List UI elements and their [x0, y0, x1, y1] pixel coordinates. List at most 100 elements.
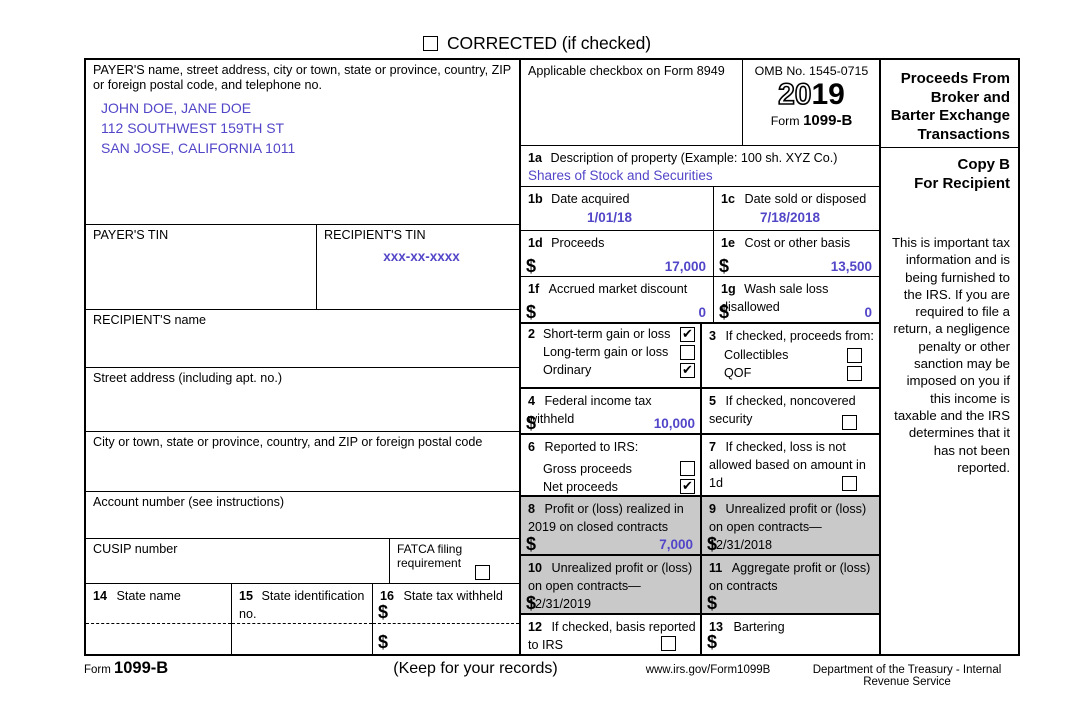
recipient-tin-label: RECIPIENT'S TIN [324, 228, 426, 243]
box-16-state-tax[interactable]: 16 State tax withheld $ $ [373, 584, 519, 654]
box-5-number: 5 [709, 394, 717, 409]
applicable-checkbox-8949[interactable]: Applicable checkbox on Form 8949 [521, 60, 743, 146]
applicable-checkbox-label: Applicable checkbox on Form 8949 [528, 64, 725, 78]
box-1e-label: Cost or other basis [744, 236, 851, 251]
box-1f-value: 0 [698, 304, 706, 320]
form-title: Proceeds From Broker and Barter Exchange… [881, 60, 1018, 148]
box-2-option-1-label: Long-term gain or loss [543, 345, 669, 360]
box-1e-value: 13,500 [830, 258, 872, 274]
box-3-option-1-label: QOF [724, 366, 752, 381]
box-1c[interactable]: 1c Date sold or disposed 7/18/2018 [714, 187, 879, 230]
box-14-state-name[interactable]: 14 State name [86, 584, 232, 655]
box-12[interactable]: 12 If checked, basis reported to IRS [521, 615, 702, 654]
box-10[interactable]: 10 Unrealized profit or (loss) on open c… [521, 556, 702, 613]
treasury-dept: Department of the Treasury - Internal Re… [812, 664, 1002, 688]
dollar-sign-icon: $ [378, 632, 389, 653]
footer-form-number: 1099-B [114, 659, 169, 677]
account-number-field[interactable]: Account number (see instructions) [86, 492, 519, 539]
box-14-label: State name [116, 589, 181, 604]
box-9[interactable]: 9 Unrealized profit or (loss) on open co… [702, 497, 879, 554]
irs-url[interactable]: www.irs.gov/Form1099B [622, 664, 794, 676]
box-2-option-2-checkbox[interactable]: ✔ [680, 362, 695, 378]
box-7-checkbox[interactable] [842, 476, 857, 491]
box-1g-money: $ 0 [714, 303, 879, 321]
fatca-checkbox[interactable] [475, 565, 490, 581]
corrected-checkbox[interactable] [423, 36, 439, 51]
fatca-field[interactable]: FATCA filing requirement [390, 539, 519, 583]
box-15-state-id[interactable]: 15 State identification no. [232, 584, 373, 655]
dollar-sign-icon: $ [719, 301, 730, 322]
box-2-option-0-checkbox[interactable]: ✔ [680, 326, 695, 342]
box-3-label: If checked, proceeds from: [725, 328, 874, 343]
recipient-name-label: RECIPIENT'S name [93, 313, 206, 328]
box-13[interactable]: 13 Bartering $ [702, 615, 879, 654]
form-word: Form [770, 114, 800, 128]
box-13-money: $ [702, 633, 879, 651]
box-8-9-row: 8 Profit or (loss) realized in 2019 on c… [521, 497, 879, 556]
box-14-row-2[interactable] [86, 624, 231, 654]
box-3-option-0-checkbox[interactable] [847, 347, 862, 363]
box-1f[interactable]: 1f Accrued market discount $ 0 [521, 276, 714, 322]
box-4[interactable]: 4 Federal income tax withheld $ 10,000 [521, 389, 702, 434]
box-1e[interactable]: 1e Cost or other basis $ 13,500 [714, 231, 879, 275]
box-2-3-row: 2 Short-term gain or loss ✔ Long-term ga… [521, 323, 879, 390]
box-13-label: Bartering [733, 620, 785, 634]
street-address-field[interactable]: Street address (including apt. no.) [86, 368, 519, 433]
box-16-money-1: $ [373, 603, 519, 621]
box-1g[interactable]: 1g Wash sale loss disallowed $ 0 [714, 277, 879, 322]
cusip-label: CUSIP number [93, 541, 178, 556]
payer-tin-field[interactable]: PAYER'S TIN [86, 225, 317, 310]
box-7[interactable]: 7 If checked, loss is not allowed based … [702, 435, 879, 495]
header-middle: Applicable checkbox on Form 8949 OMB No.… [521, 60, 879, 147]
box-2-option-1-checkbox[interactable] [680, 344, 695, 360]
recipient-tin-field[interactable]: RECIPIENT'S TIN xxx-xx-xxxx [317, 225, 519, 309]
box-2: 2 Short-term gain or loss ✔ Long-term ga… [521, 323, 702, 388]
box-15-row-2[interactable] [232, 624, 372, 654]
box-16-label: State tax withheld [403, 589, 503, 604]
box-12-number: 12 [528, 620, 543, 634]
box-4-value: 10,000 [653, 416, 695, 432]
recipient-name-field[interactable]: RECIPIENT'S name [86, 310, 519, 369]
box-1e-number: 1e [721, 236, 736, 251]
box-1d[interactable]: 1d Proceeds $ 17,000 [521, 231, 714, 276]
box-16-row-2[interactable]: $ [373, 624, 519, 654]
footer-form-label: Form 1099-B [84, 659, 329, 678]
box-2-option-0-label: Short-term gain or loss [543, 326, 671, 341]
box-16-row-1[interactable]: 16 State tax withheld $ [373, 584, 519, 625]
box-1b-number: 1b [528, 192, 543, 207]
box-1a[interactable]: 1a Description of property (Example: 100… [521, 146, 879, 188]
box-3-option-1-checkbox[interactable] [847, 365, 862, 381]
copy-b-heading: Copy B For Recipient [881, 148, 1018, 234]
box-6-option-0-checkbox[interactable] [680, 461, 695, 477]
box-1f-money: $ 0 [521, 303, 713, 321]
box-10-number: 10 [528, 561, 543, 575]
dollar-sign-icon: $ [378, 602, 389, 623]
box-1a-label: Description of property (Example: 100 sh… [550, 151, 838, 166]
dollar-sign-icon: $ [719, 255, 730, 276]
tin-row: PAYER'S TIN RECIPIENT'S TIN xxx-xx-xxxx [86, 225, 519, 311]
box-11[interactable]: 11 Aggregate profit or (loss) on contrac… [702, 556, 879, 613]
box-5-checkbox[interactable] [842, 415, 857, 431]
box-1f-label: Accrued market discount [548, 281, 688, 296]
box-6: 6 Reported to IRS: Gross proceeds Net pr… [521, 435, 702, 495]
box-1c-value: 7/18/2018 [759, 210, 821, 226]
box-14-row-1[interactable]: 14 State name [86, 584, 231, 625]
box-6-option-1-checkbox[interactable]: ✔ [680, 479, 695, 495]
city-state-zip-field[interactable]: City or town, state or province, country… [86, 432, 519, 493]
cusip-field[interactable]: CUSIP number [86, 538, 390, 584]
box-8[interactable]: 8 Profit or (loss) realized in 2019 on c… [521, 497, 702, 554]
box-15-row-1[interactable]: 15 State identification no. [232, 584, 372, 625]
box-1b[interactable]: 1b Date acquired 1/01/18 [521, 187, 714, 231]
box-5[interactable]: 5 If checked, noncovered security [702, 389, 879, 433]
box-8-money: $ 7,000 [521, 535, 700, 553]
dollar-sign-icon: $ [526, 534, 537, 554]
box-5-label: If checked, noncovered security [709, 394, 856, 427]
box-12-checkbox[interactable] [661, 636, 676, 651]
dollar-sign-icon: $ [707, 593, 718, 613]
corrected-label: CORRECTED (if checked) [447, 33, 651, 53]
box-1d-money: $ 17,000 [521, 257, 713, 275]
box-11-number: 11 [709, 561, 723, 575]
recipient-notice: This is important tax information and is… [892, 235, 1010, 475]
box-3: 3 If checked, proceeds from: Collectible… [702, 324, 879, 388]
dollar-sign-icon: $ [526, 593, 537, 613]
